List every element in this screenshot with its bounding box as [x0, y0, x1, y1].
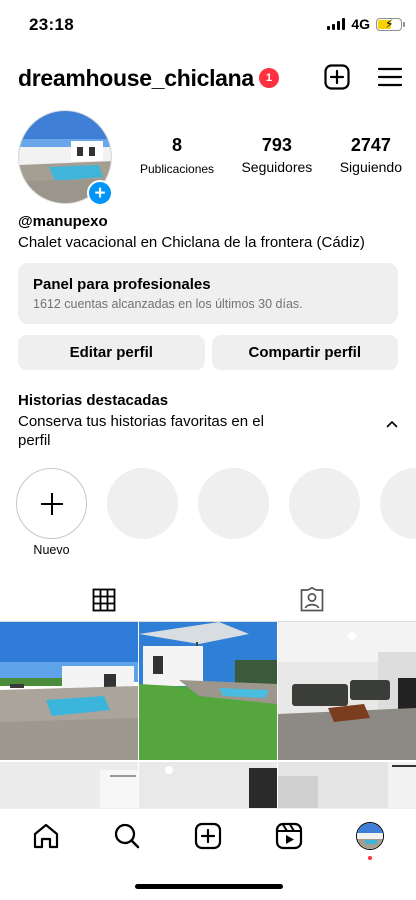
threads-handle[interactable]: @manupexo — [18, 213, 108, 230]
posts-grid — [0, 622, 416, 808]
stat-following[interactable]: 2747 Siguiendo — [340, 135, 402, 176]
profile-tab-avatar[interactable] — [353, 821, 387, 860]
activity-dot — [367, 856, 372, 860]
stat-followers[interactable]: 793 Seguidores — [241, 135, 312, 176]
post-thumbnail[interactable] — [278, 762, 416, 808]
post-thumbnail[interactable] — [278, 622, 416, 760]
status-time: 23:18 — [29, 15, 74, 34]
panel-title: Panel para profesionales — [33, 276, 211, 293]
new-highlight-button[interactable] — [16, 468, 87, 539]
menu-icon[interactable] — [377, 67, 403, 92]
search-icon[interactable] — [110, 821, 144, 851]
highlights-title: Historias destacadas — [18, 392, 169, 409]
highlight-placeholder — [198, 468, 269, 539]
charging-icon: ⚡ — [385, 16, 394, 31]
tab-tagged[interactable] — [208, 578, 416, 622]
reels-icon[interactable] — [272, 821, 306, 851]
post-thumbnail[interactable] — [0, 622, 138, 760]
highlights-subtitle: Conserva tus historias favoritas en el p… — [18, 413, 264, 449]
highlight-placeholder — [289, 468, 360, 539]
post-thumbnail[interactable] — [139, 622, 277, 760]
chevron-up-icon[interactable] — [386, 415, 398, 433]
avatar[interactable] — [355, 822, 384, 850]
profile-tabs — [0, 578, 416, 622]
status-indicators: 4G ⚡ — [327, 16, 405, 32]
share-profile-button[interactable]: Compartir perfil — [211, 335, 398, 370]
post-thumbnail[interactable] — [139, 762, 277, 808]
profile-header: dreamhouse_chiclana 1 — [18, 62, 403, 95]
create-post-icon[interactable] — [324, 64, 350, 95]
home-indicator[interactable] — [135, 884, 283, 889]
panel-subtitle: 1612 cuentas alcanzadas en los últimos 3… — [33, 297, 303, 311]
new-highlight-label: Nuevo — [33, 543, 70, 557]
add-story-icon[interactable]: + — [87, 180, 113, 206]
highlight-placeholder — [380, 468, 416, 539]
highlight-placeholder — [107, 468, 178, 539]
profile-avatar[interactable]: + — [18, 110, 113, 206]
home-icon[interactable] — [29, 821, 63, 851]
post-thumbnail[interactable] — [0, 762, 138, 808]
tagged-icon — [300, 587, 324, 612]
tab-posts-grid[interactable] — [0, 578, 208, 622]
grid-icon — [92, 588, 116, 612]
notification-badge[interactable]: 1 — [258, 68, 279, 88]
battery-icon: ⚡ — [376, 16, 405, 31]
account-username[interactable]: dreamhouse_chiclana — [18, 65, 254, 92]
profile-actions: Editar perfil Compartir perfil — [18, 335, 398, 370]
highlights-row: Nuevo — [16, 468, 416, 563]
status-bar: 23:18 4G ⚡ — [0, 0, 416, 48]
profile-stats: 8 Publicaciones 793 Seguidores 2747 Sigu… — [140, 135, 402, 176]
signal-icon — [327, 18, 346, 30]
bio-text: Chalet vacacional en Chiclana de la fron… — [18, 234, 365, 251]
create-icon[interactable] — [191, 821, 225, 851]
professional-dashboard[interactable]: Panel para profesionales 1612 cuentas al… — [18, 263, 398, 324]
plus-icon — [40, 492, 63, 515]
network-type: 4G — [351, 16, 370, 32]
edit-profile-button[interactable]: Editar perfil — [18, 335, 205, 370]
stat-posts[interactable]: 8 Publicaciones — [140, 135, 214, 176]
